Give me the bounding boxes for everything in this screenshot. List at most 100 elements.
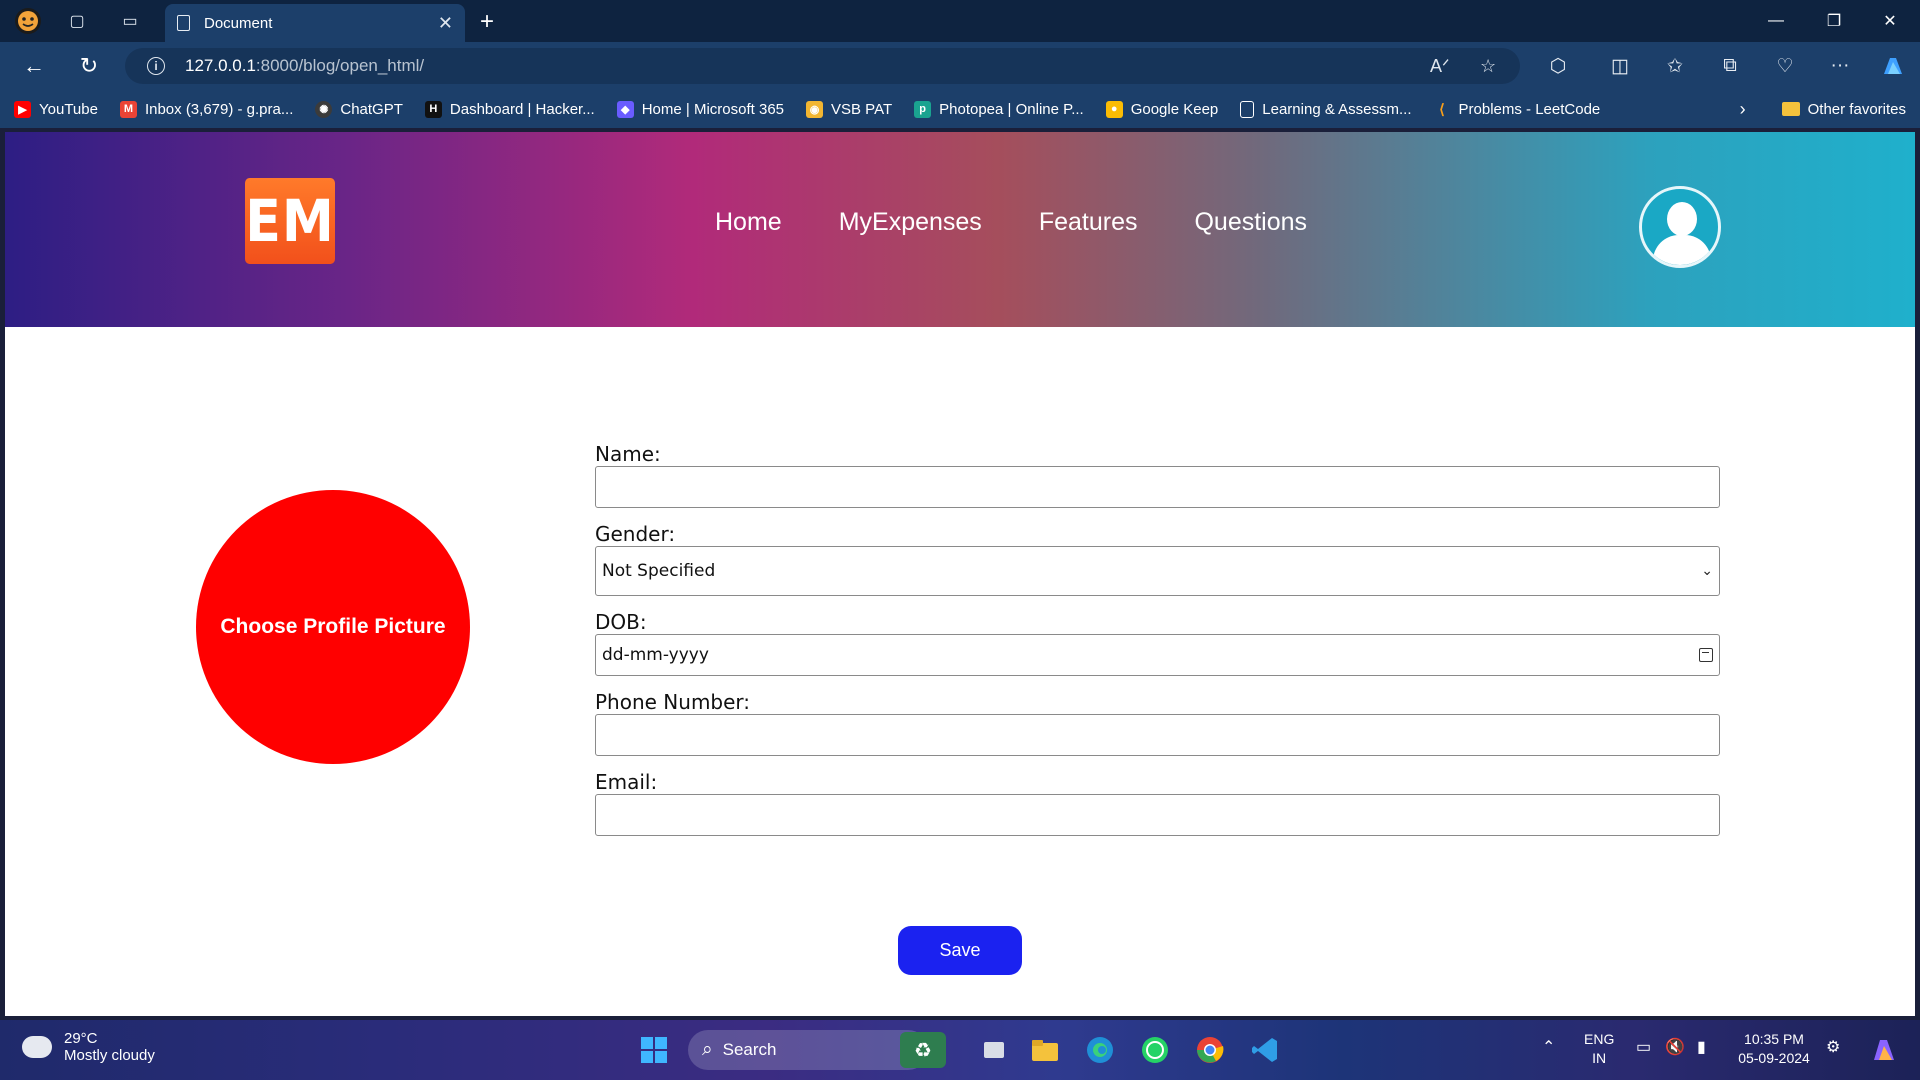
url-text: 127.0.0.1:8000/blog/open_html/ [185,56,425,75]
name-label: Name: [595,442,661,466]
language-indicator[interactable]: ENG IN [1584,1030,1614,1068]
extensions-icon[interactable]: ⬡ [1543,52,1573,80]
youtube-icon: ▶ [14,100,31,118]
gmail-icon: M [119,100,137,118]
favorites-icon[interactable]: ✩ [1660,52,1690,80]
email-label: Email: [595,770,658,794]
browser-essentials-icon[interactable]: ♡ [1770,52,1800,80]
choose-profile-picture-button[interactable]: Choose Profile Picture [196,490,470,764]
search-highlight-icon[interactable]: ♻ [900,1032,946,1068]
calendar-icon[interactable] [1699,648,1713,662]
search-label: Search [722,1040,777,1059]
weather-text: Mostly cloudy [64,1047,155,1064]
gender-select[interactable]: Not Specified ⌄ [595,546,1720,596]
phone-input[interactable] [595,714,1720,756]
tab-document[interactable]: Document ✕ [165,4,465,42]
vsb-pat-icon: ◉ [806,100,823,118]
site-info-icon[interactable]: i [147,57,165,75]
dob-label: DOB: [595,610,647,634]
bookmark-youtube[interactable]: ▶ YouTube [14,100,98,118]
gender-selected-value: Not Specified [602,561,716,581]
file-explorer-icon[interactable] [1027,1032,1063,1068]
read-aloud-icon[interactable]: Aᐟ [1430,48,1450,84]
show-hidden-icons-icon[interactable]: ⌃ [1542,1038,1555,1057]
split-screen-icon[interactable]: ◫ [1605,52,1635,80]
chatgpt-icon: ✺ [315,100,333,118]
close-window-button[interactable]: ✕ [1862,0,1918,42]
back-button[interactable]: ← [20,52,48,80]
nav-home[interactable]: Home [715,208,782,237]
task-view-icon[interactable] [976,1032,1012,1068]
url-field[interactable]: i 127.0.0.1:8000/blog/open_html/ Aᐟ ☆ [125,48,1520,84]
collections-icon[interactable]: ⧉ [1715,52,1745,80]
bookmark-chatgpt[interactable]: ✺ ChatGPT [315,100,403,118]
volume-muted-icon[interactable]: 🔇 [1665,1038,1685,1057]
microsoft365-icon: ◆ [616,100,634,118]
taskbar-search[interactable]: ⌕ Search [688,1030,928,1070]
start-windows-icon[interactable] [636,1032,672,1068]
name-input[interactable] [595,466,1720,508]
phone-label: Phone Number: [595,690,751,714]
bookmark-hackerrank[interactable]: H Dashboard | Hacker... [424,100,595,118]
profile-form: Name: Gender: Not Specified ⌄ DOB: dd-mm… [595,442,1720,850]
temperature: 29°C [64,1030,98,1047]
settings-gear-icon[interactable]: ⚙ [1826,1038,1840,1057]
whatsapp-icon[interactable] [1137,1032,1173,1068]
google-keep-icon: ● [1105,100,1123,118]
bookmark-gmail[interactable]: M Inbox (3,679) - g.pra... [119,100,293,118]
restore-button[interactable]: ❐ [1806,0,1862,42]
bookmark-leetcode[interactable]: ⟨ Problems - LeetCode [1434,100,1600,118]
edge-browser-icon[interactable] [1082,1032,1118,1068]
more-menu-icon[interactable]: ··· [1825,52,1855,80]
chrome-icon[interactable] [1192,1032,1228,1068]
bookmark-learning[interactable]: Learning & Assessm... [1240,100,1412,118]
other-favorites-label: Other favorites [1807,100,1906,118]
vscode-icon[interactable] [1247,1032,1283,1068]
address-bar-row: ← ↻ i 127.0.0.1:8000/blog/open_html/ Aᐟ … [0,42,1920,90]
profile-icon[interactable] [14,7,42,35]
copilot-taskbar-icon[interactable] [1866,1032,1902,1068]
user-avatar-icon[interactable] [1639,186,1721,268]
nav-myexpenses[interactable]: MyExpenses [839,208,982,237]
refresh-button[interactable]: ↻ [75,52,103,80]
minimize-button[interactable]: — [1748,0,1804,42]
page-icon [1240,100,1255,118]
other-favorites[interactable]: › Other favorites [1740,90,1906,128]
tab-actions-icon[interactable]: ▭ [116,7,144,35]
page-viewport: EM Home MyExpenses Features Questions Ch… [5,132,1915,1016]
bookmark-google-keep[interactable]: ● Google Keep [1105,100,1218,118]
hackerrank-icon: H [424,100,442,118]
photopea-icon: p [914,100,932,118]
dob-placeholder: dd-mm-yyyy [602,645,709,665]
browser-titlebar: ▢ ▭ Document ✕ + — ❐ ✕ [0,0,1920,42]
gender-label: Gender: [595,522,676,546]
nav-questions[interactable]: Questions [1194,208,1307,237]
main-nav: Home MyExpenses Features Questions [715,208,1307,237]
new-tab-button[interactable]: + [480,8,494,36]
bookmark-vsb-pat[interactable]: ◉ VSB PAT [806,100,892,118]
site-header: EM Home MyExpenses Features Questions [5,132,1915,327]
cloudy-weather-icon [18,1029,52,1058]
email-input[interactable] [595,794,1720,836]
save-button[interactable]: Save [898,926,1022,975]
windows-taskbar: 29°C Mostly cloudy ⌕ Search ♻ ⌃ ENG IN ▭… [0,1020,1920,1080]
favorite-star-icon[interactable]: ☆ [1480,48,1496,84]
weather-widget[interactable]: 29°C Mostly cloudy [18,1029,155,1064]
clock-date: 05-09-2024 [1738,1050,1810,1066]
copilot-icon[interactable] [1878,52,1908,80]
leetcode-icon: ⟨ [1439,100,1445,117]
workspaces-icon[interactable]: ▢ [63,7,91,35]
clock[interactable]: 10:35 PM 05-09-2024 [1736,1030,1812,1068]
dob-input[interactable]: dd-mm-yyyy [595,634,1720,676]
chevron-right-icon[interactable]: › [1740,99,1746,120]
site-logo[interactable]: EM [245,178,335,264]
bookmarks-bar: ▶ YouTube M Inbox (3,679) - g.pra... ✺ Chat… [0,90,1920,128]
nav-features[interactable]: Features [1039,208,1138,237]
battery-icon[interactable]: ▮ [1697,1038,1706,1057]
close-tab-icon[interactable]: ✕ [438,13,453,34]
network-icon[interactable]: ▭ [1636,1038,1651,1057]
bookmark-microsoft365[interactable]: ◆ Home | Microsoft 365 [616,100,784,118]
bookmark-photopea[interactable]: p Photopea | Online P... [914,100,1084,118]
language-bottom: IN [1592,1050,1607,1066]
language-top: ENG [1584,1031,1615,1047]
